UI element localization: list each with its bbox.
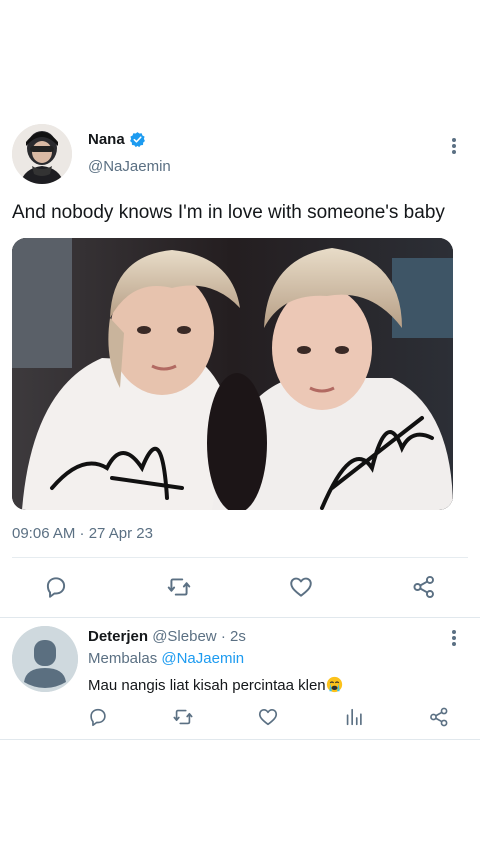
replying-to-handle[interactable]: @NaJaemin [161,650,244,667]
author-handle[interactable]: @NaJaemin [88,158,171,175]
reply-time: · 2s [220,628,246,645]
crying-face-emoji-icon [326,676,342,693]
replying-to: Membalas @NaJaemin [88,650,244,667]
author-avatar[interactable] [12,124,72,184]
author-name[interactable]: Nana [88,131,125,148]
reply-tweet[interactable]: Deterjen @Slebew · 2s Membalas @NaJaemin… [0,618,480,740]
tweet-photo[interactable] [12,238,453,510]
reply-share-icon[interactable] [428,706,450,728]
replying-to-label: Membalas [88,650,158,667]
avatar-image [12,124,72,184]
reply-text-row: Mau nangis liat kisah percintaa klen [88,676,343,694]
tweet-actions-bar [0,570,480,606]
author-name-row[interactable]: Nana [88,131,146,148]
more-options-icon[interactable] [446,136,462,156]
like-icon[interactable] [288,574,314,600]
tweet-text: And nobody knows I'm in love with someon… [12,202,445,223]
reply-avatar[interactable] [12,626,78,692]
verified-badge-icon [129,132,145,148]
divider [12,557,468,558]
reply-like-icon[interactable] [257,706,279,728]
reply-author-handle[interactable]: @Slebew [152,628,216,645]
reply-icon[interactable] [43,574,69,600]
reply-author-name[interactable]: Deterjen [88,628,148,645]
reply-reply-icon[interactable] [87,706,109,728]
default-avatar-icon [12,626,78,692]
reply-text: Mau nangis liat kisah percintaa klen [88,677,326,694]
reply-header: Deterjen @Slebew · 2s [88,628,246,645]
tweet-timestamp[interactable]: 09:06 AM · 27 Apr 23 [12,525,153,542]
retweet-icon[interactable] [166,574,192,600]
share-icon[interactable] [411,574,437,600]
reply-more-options-icon[interactable] [446,628,462,648]
analytics-icon[interactable] [343,706,365,728]
reply-retweet-icon[interactable] [172,706,194,728]
photo-image [12,238,453,510]
reply-bottom-divider [0,739,480,740]
